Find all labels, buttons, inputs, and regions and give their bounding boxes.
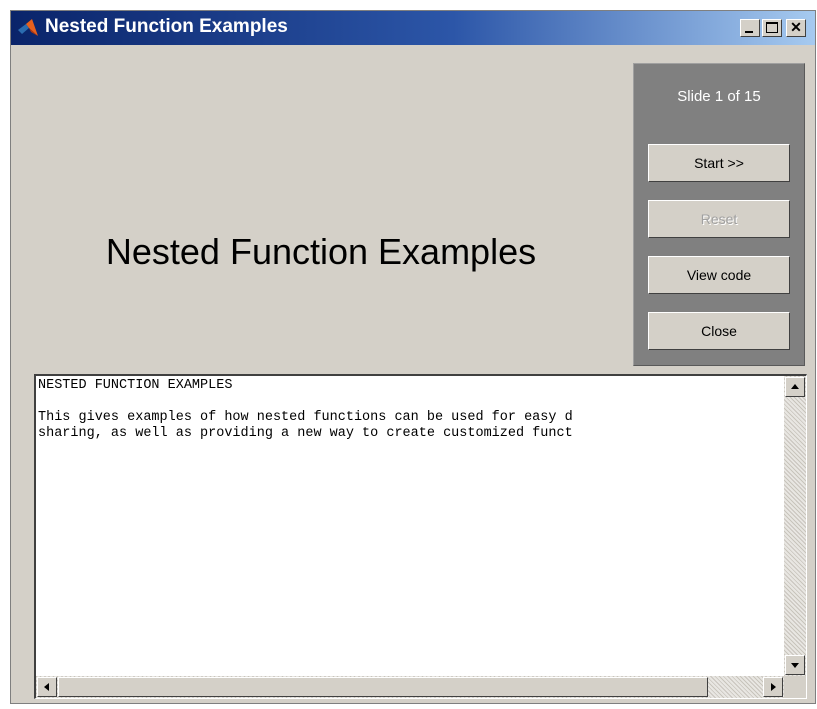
window-title: Nested Function Examples xyxy=(45,16,288,37)
slide-counter: Slide 1 of 15 xyxy=(677,88,761,105)
matlab-logo-icon xyxy=(18,19,38,36)
close-button[interactable]: Close xyxy=(648,312,790,350)
title-bar[interactable]: Nested Function Examples ✕ xyxy=(11,11,815,45)
description-line-1: This gives examples of how nested functi… xyxy=(38,410,573,425)
reset-button[interactable]: Reset xyxy=(648,200,790,238)
scrollbar-corner xyxy=(784,676,806,698)
description-text-area[interactable]: NESTED FUNCTION EXAMPLES This gives exam… xyxy=(34,374,807,699)
figure-window: Nested Function Examples ✕ Nested Functi… xyxy=(10,10,816,704)
scroll-up-button[interactable] xyxy=(785,377,805,397)
arrow-right-icon xyxy=(771,683,776,691)
scroll-right-button[interactable] xyxy=(763,677,783,697)
view-code-button[interactable]: View code xyxy=(648,256,790,294)
description-text: NESTED FUNCTION EXAMPLES This gives exam… xyxy=(38,378,778,442)
description-heading: NESTED FUNCTION EXAMPLES xyxy=(38,378,233,393)
description-line-2: sharing, as well as providing a new way … xyxy=(38,426,573,441)
slide-title: Nested Function Examples xyxy=(105,231,537,272)
arrow-up-icon xyxy=(791,384,799,389)
arrow-down-icon xyxy=(791,663,799,668)
close-window-button[interactable]: ✕ xyxy=(786,19,806,37)
vertical-scrollbar[interactable] xyxy=(784,376,806,676)
maximize-button[interactable] xyxy=(762,19,782,37)
scroll-left-button[interactable] xyxy=(37,677,57,697)
scroll-down-button[interactable] xyxy=(785,655,805,675)
control-panel: Slide 1 of 15 Start >> Reset View code C… xyxy=(633,63,805,366)
arrow-left-icon xyxy=(44,683,49,691)
horizontal-scrollbar[interactable] xyxy=(36,676,806,698)
horizontal-scroll-thumb[interactable] xyxy=(58,677,708,697)
start-button[interactable]: Start >> xyxy=(648,144,790,182)
minimize-button[interactable] xyxy=(740,19,760,37)
